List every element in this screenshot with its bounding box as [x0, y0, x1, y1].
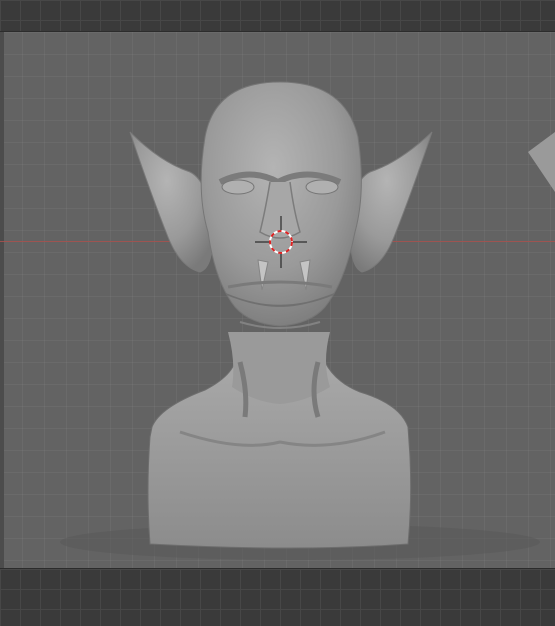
- 3d-viewport[interactable]: [0, 32, 555, 568]
- offscreen-object: [528, 132, 555, 192]
- eye-right: [305, 179, 339, 195]
- sculpt-model[interactable]: [0, 32, 555, 568]
- top-header-bar[interactable]: [0, 0, 555, 32]
- timeline-bar[interactable]: [0, 568, 555, 626]
- ear-right: [349, 131, 433, 273]
- ear-left: [129, 131, 213, 273]
- 3d-cursor-icon[interactable]: [255, 216, 307, 268]
- eye-left: [221, 179, 255, 195]
